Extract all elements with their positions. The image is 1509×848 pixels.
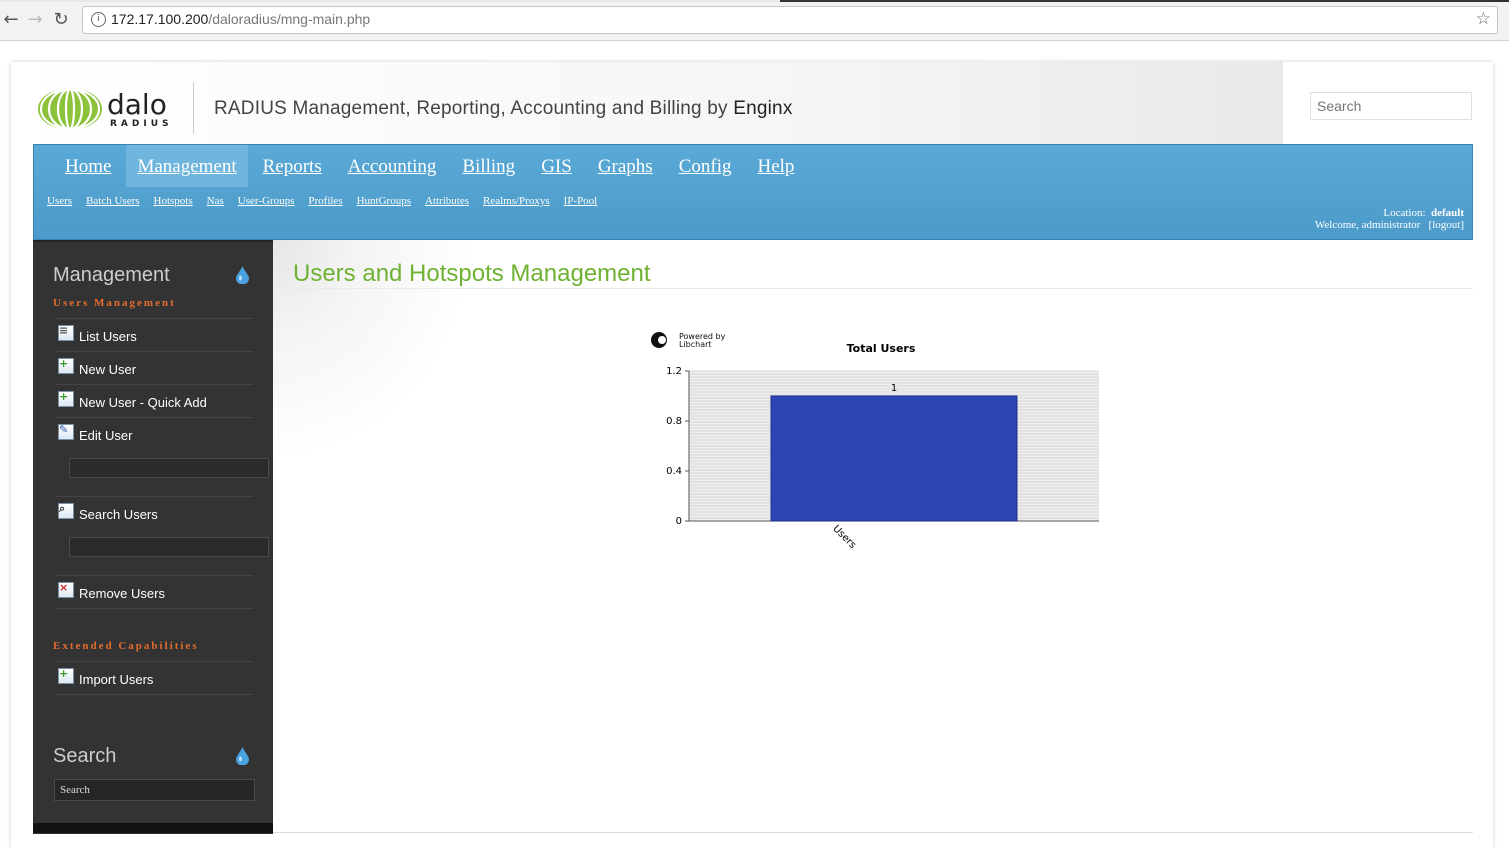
subnav-hotspots[interactable]: Hotspots: [154, 195, 193, 207]
sidebar-item-label: List Users: [79, 329, 137, 344]
subnav-realms-proxys[interactable]: Realms/Proxys: [483, 195, 550, 207]
main-nav-menu: Home Management Reports Accounting Billi…: [54, 145, 809, 187]
sidebar-item-label: Edit User: [79, 428, 133, 443]
browser-toolbar: ← → ↻ i 172.17.100.200/daloradius/mng-ma…: [0, 0, 1509, 41]
sidebar-divider: [55, 694, 253, 696]
sidebar-item-label: New User: [79, 362, 137, 377]
nav-help[interactable]: Help: [746, 145, 805, 187]
subnav-ip-pool[interactable]: IP-Pool: [564, 195, 598, 207]
url-path: /daloradius/mng-main.php: [208, 11, 371, 27]
y-tick-label: 0.8: [666, 416, 682, 427]
logo-main-text: dalo: [107, 88, 167, 121]
sidebar-item-label: Remove Users: [79, 586, 165, 601]
url-host: 172.17.100.200: [111, 11, 209, 27]
nav-home[interactable]: Home: [54, 145, 122, 187]
tab-strip: [0, 0, 1509, 2]
sidebar-footer-bar: [33, 823, 273, 833]
sidebar-item-label: New User - Quick Add: [79, 395, 207, 410]
water-drop-icon: [236, 266, 249, 284]
reload-icon[interactable]: ↻: [50, 9, 72, 31]
nav-config[interactable]: Config: [668, 145, 743, 187]
sidebar-item-search-users[interactable]: ⌕ Search Users: [55, 496, 253, 529]
x-axis-labels: Users: [830, 523, 858, 551]
sidebar-item-remove-users[interactable]: × Remove Users: [55, 575, 253, 608]
sidebar-item-import-users[interactable]: + Import Users: [55, 661, 253, 694]
subnav-nas[interactable]: Nas: [207, 195, 224, 207]
sidebar-item-list-users[interactable]: ≡ List Users: [55, 318, 253, 351]
subnav-attributes[interactable]: Attributes: [425, 195, 469, 207]
back-arrow-icon[interactable]: ←: [0, 9, 22, 31]
sidebar-divider: [55, 608, 253, 610]
section-extended-capabilities: Extended Capabilities: [53, 640, 199, 652]
forward-arrow-icon[interactable]: →: [24, 9, 46, 31]
logo-sub-text: RADIUS: [110, 119, 173, 129]
nav-gis[interactable]: GIS: [530, 145, 583, 187]
active-tab-indicator: [780, 0, 1509, 2]
main-navbar: Home Management Reports Accounting Billi…: [33, 144, 1473, 240]
y-tick-label: 1.2: [666, 366, 682, 377]
sidebar: Management Users Management ≡ List Users…: [33, 240, 273, 834]
total-users-chart: Powered by Libchart Total Users 0 0.4 0.8 1…: [645, 325, 1115, 565]
bar-data-label: 1: [891, 383, 897, 394]
nav-reports[interactable]: Reports: [252, 145, 333, 187]
sidebar-item-new-user[interactable]: + New User: [55, 351, 253, 384]
sidebar-search-heading: Search: [53, 745, 117, 767]
sidebar-item-label: Import Users: [79, 672, 154, 687]
subnav-profiles[interactable]: Profiles: [308, 195, 342, 207]
location-value: default: [1431, 207, 1464, 219]
subnav-users[interactable]: Users: [47, 195, 72, 207]
welcome-text: Welcome, administrator: [1314, 219, 1421, 231]
search-users-icon: ⌕: [58, 503, 74, 519]
nav-management[interactable]: Management: [126, 145, 248, 187]
y-axis-ticks: 0 0.4 0.8 1.2: [666, 366, 689, 527]
page-title: Users and Hotspots Management: [293, 260, 651, 287]
nav-graphs[interactable]: Graphs: [587, 145, 664, 187]
subnav-batch-users[interactable]: Batch Users: [86, 195, 139, 207]
new-user-icon: +: [58, 358, 74, 374]
chart-svg: Powered by Libchart Total Users 0 0.4 0.8 1…: [651, 332, 1099, 551]
libchart-logo: Powered by Libchart: [651, 332, 726, 349]
location-label: Location:: [1383, 207, 1426, 219]
logo-divider: [193, 82, 194, 134]
list-users-icon: ≡: [58, 325, 74, 341]
header-search-input[interactable]: [1310, 92, 1472, 120]
sidebar-heading: Management: [53, 264, 170, 286]
site-title-brand: Enginx: [733, 98, 793, 119]
chart-bars: 1: [770, 383, 1018, 522]
title-divider: [293, 288, 1473, 289]
url-text: 172.17.100.200/daloradius/mng-main.php: [111, 11, 370, 27]
footer-divider: [273, 832, 1473, 833]
logout-link[interactable]: [logout]: [1429, 219, 1464, 231]
import-users-icon: +: [58, 668, 74, 684]
remove-users-icon: ×: [58, 582, 74, 598]
y-tick-label: 0.4: [666, 466, 682, 477]
sub-nav-menu: Users Batch Users Hotspots Nas User-Grou…: [47, 195, 611, 207]
quick-add-icon: +: [58, 391, 74, 407]
sidebar-search-input[interactable]: [54, 779, 255, 801]
powered-name-text: Libchart: [679, 340, 712, 349]
x-tick-label: Users: [830, 523, 858, 551]
address-bar[interactable]: i 172.17.100.200/daloradius/mng-main.php…: [82, 6, 1498, 34]
info-icon[interactable]: i: [91, 12, 106, 27]
site-title: RADIUS Management, Reporting, Accounting…: [214, 98, 793, 120]
sidebar-item-edit-user[interactable]: ✎ Edit User: [55, 417, 253, 450]
section-users-management: Users Management: [53, 297, 176, 309]
location-info: Location: default Welcome, administrator…: [1315, 207, 1464, 231]
nav-billing[interactable]: Billing: [451, 145, 526, 187]
chart-title: Total Users: [847, 342, 916, 355]
subnav-user-groups[interactable]: User-Groups: [238, 195, 295, 207]
water-drop-icon: [236, 747, 249, 765]
sidebar-item-label: Search Users: [79, 507, 158, 522]
edit-user-icon: ✎: [58, 424, 74, 440]
y-tick-label: 0: [676, 516, 682, 527]
edit-user-input[interactable]: [69, 458, 269, 478]
sidebar-item-quick-add[interactable]: + New User - Quick Add: [55, 384, 253, 417]
site-title-text: RADIUS Management, Reporting, Accounting…: [214, 98, 728, 119]
search-users-input[interactable]: [69, 537, 269, 557]
dalo-radius-logo[interactable]: dalo RADIUS: [37, 86, 177, 132]
subnav-huntgroups[interactable]: HuntGroups: [357, 195, 411, 207]
bar-users: [770, 395, 1018, 522]
bookmark-star-icon[interactable]: ☆: [1476, 9, 1491, 29]
nav-accounting[interactable]: Accounting: [337, 145, 448, 187]
